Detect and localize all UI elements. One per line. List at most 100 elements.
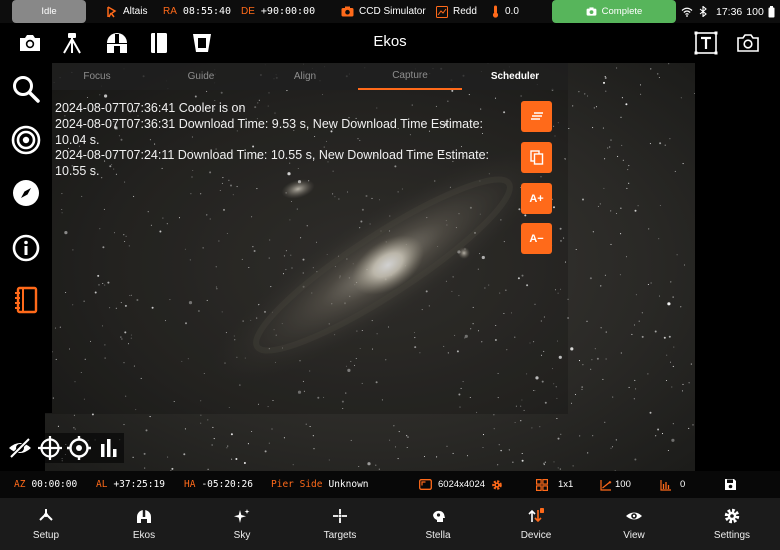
temperature-indicator[interactable]: 0.0 [492,0,519,23]
star [627,169,629,171]
star [592,435,594,437]
notes-icon[interactable] [11,285,41,315]
camera-indicator[interactable]: CCD Simulator [341,0,426,23]
star [615,212,618,215]
de-label: DE [241,6,255,17]
az-readout: AZ 00:00:00 [14,471,77,498]
copy-log-button[interactable] [521,142,552,173]
star [200,422,202,424]
star [394,446,397,448]
star [620,352,622,354]
log-entry: 2024-08-07T07:24:11 Download Time: 10.55… [55,148,490,179]
targets-icon [333,509,347,523]
star [595,106,598,108]
nav-view[interactable]: View [594,498,674,550]
tab-align[interactable]: Align [253,63,357,90]
crosshair-icon[interactable] [37,435,63,461]
resolution-setting[interactable]: 6024x4024 [419,471,503,498]
tab-guide[interactable]: Guide [149,63,253,90]
save-button[interactable] [724,471,737,498]
gain-setting[interactable]: 100 [600,471,631,498]
star [446,445,448,447]
compass-icon[interactable] [11,178,41,208]
binning-setting[interactable]: 1x1 [536,471,573,498]
nav-targets[interactable]: Targets [300,498,380,550]
star [309,425,311,428]
tab-capture[interactable]: Capture [358,63,462,90]
star [633,324,636,326]
search-icon[interactable] [11,74,41,104]
star [602,127,604,129]
nav-setup[interactable]: Setup [6,498,86,550]
mount-status-badge[interactable]: Idle [12,0,86,23]
star [592,127,594,129]
hide-overlay-icon[interactable] [7,435,33,461]
star [268,442,270,444]
nav-sky[interactable]: Sky [202,498,282,550]
top-toolbar: Ekos [0,23,780,63]
star [251,430,253,433]
star [227,445,229,447]
star [398,431,400,433]
star [592,231,594,233]
star [452,452,454,454]
star [605,358,607,360]
light-box-icon[interactable] [189,30,215,56]
info-icon[interactable] [11,233,41,263]
star [568,127,570,130]
az-value: 00:00:00 [31,479,78,490]
star [674,170,676,172]
star [171,467,174,470]
capture-photo-icon[interactable] [17,30,43,56]
mount-indicator[interactable]: Altais [106,0,147,23]
tab-focus[interactable]: Focus [45,63,149,90]
settings-icon [724,508,740,524]
star [649,143,651,145]
nav-settings[interactable]: Settings [692,498,772,550]
right-margin [695,63,780,471]
star [183,453,186,456]
star [669,361,672,363]
filter-indicator[interactable]: Redd [436,0,477,23]
star [654,330,657,333]
notebook-icon[interactable] [146,30,172,56]
star [676,254,678,256]
star [671,386,673,388]
star [586,320,588,322]
font-increase-button[interactable]: A+ [521,183,552,214]
nav-ekos[interactable]: Ekos [104,498,184,550]
star [661,433,664,435]
center-target-icon[interactable] [66,435,92,461]
star [667,302,671,306]
star [621,97,623,99]
observatory-dome-icon[interactable] [104,30,130,56]
star [230,433,233,436]
star [638,320,640,322]
histogram-icon[interactable] [96,435,122,461]
snapshot-frame-icon[interactable] [735,30,761,56]
offset-value: 0 [680,479,686,490]
star [423,455,426,458]
clear-log-button[interactable] [521,101,552,132]
text-overlay-icon[interactable] [693,30,719,56]
nav-device[interactable]: Device [496,498,576,550]
font-decrease-button[interactable]: A− [521,223,552,254]
page-title: Ekos [373,33,407,50]
star [649,411,652,414]
star [672,296,674,298]
setup-icon [39,509,53,521]
capture-status-badge[interactable]: Complete [552,0,676,23]
nav-settings-label: Settings [713,530,751,541]
tripod-icon[interactable] [59,30,85,56]
camera-icon [341,6,354,17]
star [603,81,605,84]
nav-stella[interactable]: Stella [398,498,478,550]
target-icon[interactable] [11,125,41,155]
star [621,144,623,146]
star [531,427,533,429]
offset-setting[interactable]: 0 [660,471,685,498]
tab-scheduler[interactable]: Scheduler [462,63,568,90]
star [207,468,209,470]
star [493,414,495,416]
star [235,458,238,460]
